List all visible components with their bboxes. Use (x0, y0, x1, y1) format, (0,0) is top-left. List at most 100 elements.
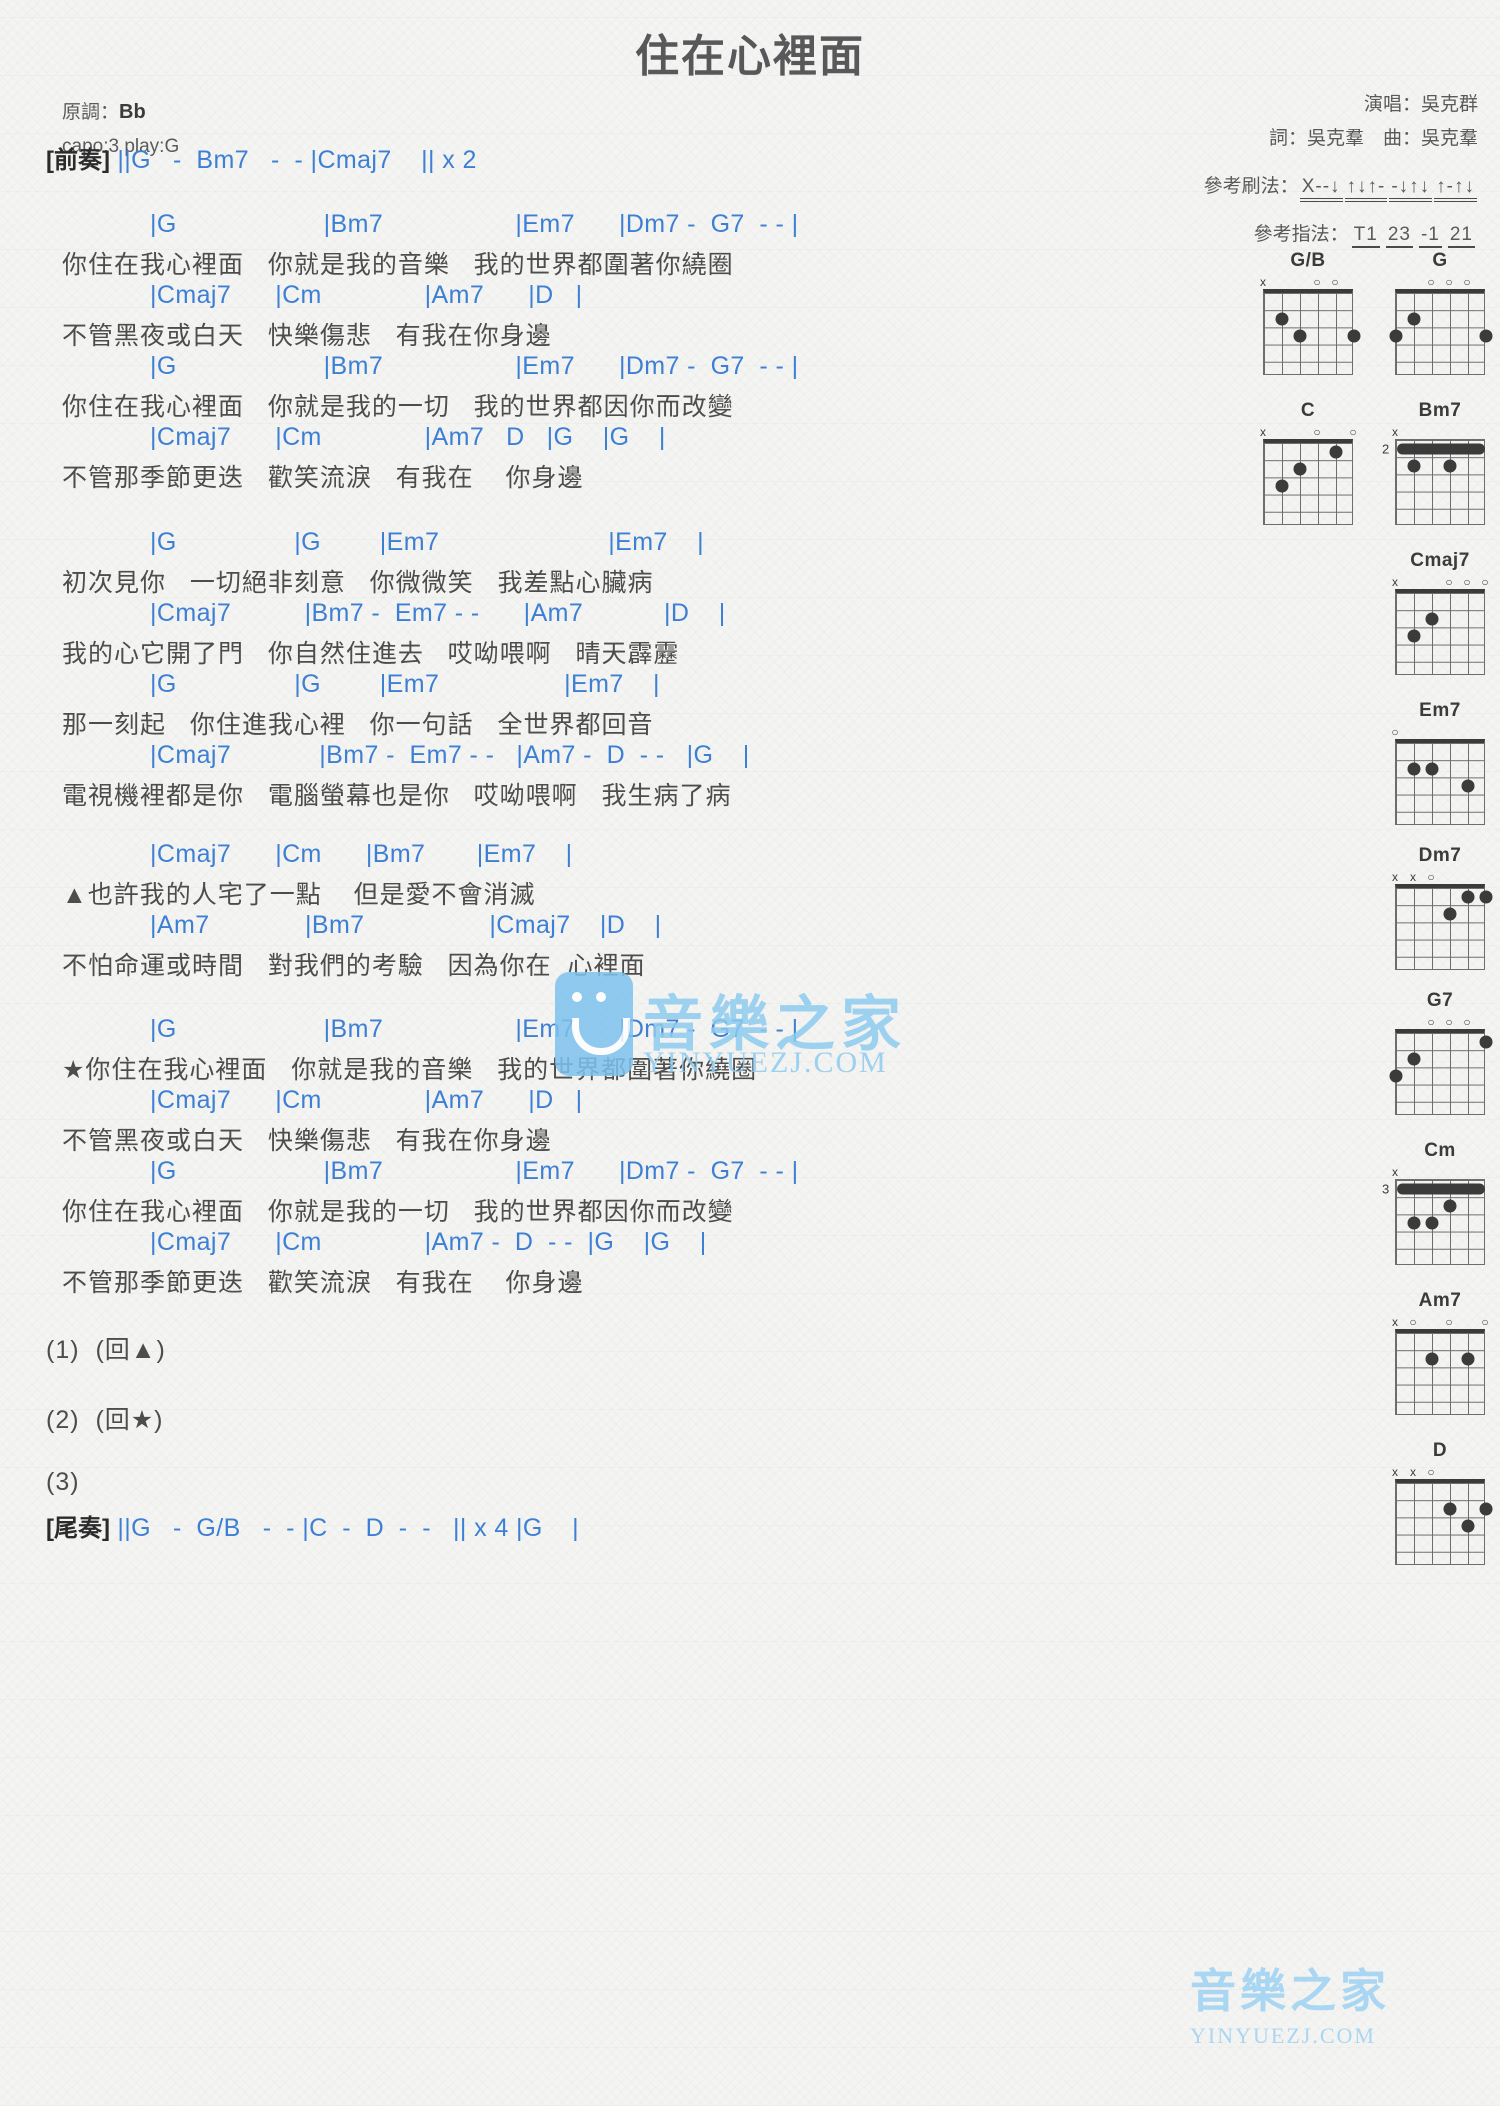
verse2-chord-line-0: |G |G |Em7 |Em7 | (150, 528, 705, 556)
open-string-markers: ○ ○ ○ (1392, 1016, 1488, 1029)
open-string-icon: ○ (1427, 1015, 1435, 1029)
singer-line: 演唱：吳克群 (1363, 94, 1478, 115)
open-string-icon: ○ (1313, 425, 1321, 439)
original-key-row: 原調：Bb (62, 95, 179, 130)
finger-dot (1479, 890, 1493, 904)
verse1-lyric-line-3: 不管黑夜或白天 快樂傷悲 有我在你身邊 (62, 322, 552, 350)
finger-dot (1425, 1352, 1439, 1366)
fretboard-grid (1395, 1329, 1485, 1415)
base-fret-number: 2 (1382, 441, 1390, 457)
open-string-markers: x (1392, 1166, 1488, 1179)
verse1-lyric-line-1: 你住在我心裡面 你就是我的音樂 我的世界都圍著你繞圈 (62, 251, 734, 279)
strum-group-1: X--↓ (1299, 176, 1343, 202)
ending-1: (1) (回▲) (46, 1336, 166, 1364)
fretboard-grid (1389, 1029, 1493, 1115)
open-string-markers: ○ ○ x (1260, 276, 1356, 289)
chord-diagram-name: Bm7 (1418, 400, 1462, 421)
open-string-icon: ○ (1313, 275, 1321, 289)
chord-diagram-gb: G/B ○ ○ x (1248, 250, 1368, 375)
bridge-lyric-line-3: 不怕命運或時間 對我們的考驗 因為你在 心裡面 (62, 952, 646, 980)
muted-string-icon: x (1392, 1165, 1398, 1179)
strum-group-2: ↑↓↑- (1344, 176, 1388, 202)
verse2-lyric-line-3: 我的心它開了門 你自然住進去 哎呦喂啊 晴天霹靂 (62, 640, 680, 668)
chord-diagram-name: C (1300, 400, 1316, 421)
finger-dot (1347, 329, 1361, 343)
verse2-chord-line-6: |Cmaj7 |Bm7 - Em7 - - |Am7 - D - - |G | (150, 741, 750, 769)
muted-string-icon: x (1260, 275, 1266, 289)
open-string-icon: ○ (1349, 425, 1357, 439)
page-title: 住在心裡面 (635, 32, 865, 81)
watermark-cn-text-2: 音樂之家 (1190, 1965, 1390, 2017)
chord-diagram-name: Em7 (1419, 700, 1461, 721)
verse1-chord-line-6: |Cmaj7 |Cm |Am7 D |G |G | (150, 423, 666, 451)
finger-dot (1443, 907, 1457, 921)
watermark-bottom-right: 音樂之家 YINYUEZJ.COM (1190, 1955, 1390, 2049)
open-string-markers: x (1392, 426, 1488, 439)
intro-line: [前奏] ||G - Bm7 - - |Cmaj7 || x 2 (46, 140, 477, 175)
verse1-chord-line-4: |G |Bm7 |Em7 |Dm7 - G7 - - | (150, 352, 799, 380)
ending-2: (2) (回★) (46, 1406, 164, 1434)
open-string-icon: ○ (1481, 575, 1489, 589)
open-string-markers: ○ (1391, 725, 1488, 739)
intro-tag: [前奏] (46, 147, 110, 174)
chorus-chord-line-6: |Cmaj7 |Cm |Am7 - D - - |G |G | (150, 1228, 707, 1256)
open-string-icon: ○ (1463, 275, 1471, 289)
base-fret-number: 3 (1382, 1181, 1390, 1197)
open-string-icon: ○ (1463, 1015, 1471, 1029)
verse1-lyric-line-7: 不管那季節更迭 歡笑流淚 有我在 你身邊 (62, 464, 584, 492)
muted-string-icon: x (1392, 870, 1398, 884)
original-key-value: Bb (119, 101, 146, 123)
chorus-lyric-line-1: ★你住在我心裡面 你就是我的音樂 我的世界都圍著你繞圈 (62, 1056, 758, 1084)
chorus-chord-line-4: |G |Bm7 |Em7 |Dm7 - G7 - - | (150, 1157, 799, 1185)
verse1-lyric-line-5: 你住在我心裡面 你就是我的一切 我的世界都因你而改變 (62, 393, 734, 421)
chord-diagram-name: Am7 (1418, 1290, 1462, 1311)
finger-dot (1407, 459, 1421, 473)
finger-group-3: -1 (1418, 224, 1442, 248)
open-string-icon: ○ (1427, 275, 1435, 289)
bridge-lyric-line-1: ▲也許我的人宅了一點 但是愛不會消滅 (62, 881, 536, 909)
outro-line: [尾奏] ||G - G/B - - |C - D - - || x 4 |G … (46, 1508, 579, 1543)
strum-group-4: ↑-↑↓ (1434, 176, 1477, 202)
finger-dot (1443, 1199, 1457, 1213)
finger-dot (1329, 445, 1343, 459)
chord-diagram-cm: Cm x 3 (1380, 1140, 1500, 1265)
open-string-icon: ○ (1409, 1315, 1417, 1329)
muted-string-icon: x (1260, 425, 1266, 439)
finger-dot (1407, 762, 1421, 776)
open-string-icon: ○ (1481, 1315, 1489, 1329)
finger-dot (1425, 612, 1439, 626)
chorus-lyric-line-3: 不管黑夜或白天 快樂傷悲 有我在你身邊 (62, 1127, 552, 1155)
finger-dot (1407, 1216, 1421, 1230)
open-string-icon: ○ (1391, 725, 1399, 739)
chord-diagram-name: G7 (1426, 990, 1454, 1011)
verse2-chord-line-4: |G |G |Em7 |Em7 | (150, 670, 660, 698)
outro-chords: ||G - G/B - - |C - D - - || x 4 |G | (109, 1514, 580, 1542)
chord-diagram-name: G (1432, 250, 1448, 271)
fretboard-grid: 3 (1382, 1179, 1485, 1265)
muted-string-icon: x (1410, 870, 1416, 884)
chorus-chord-line-2: |Cmaj7 |Cm |Am7 |D | (150, 1086, 583, 1114)
finger-dot (1389, 1069, 1403, 1083)
muted-string-icon: x (1392, 575, 1398, 589)
muted-string-icon: x (1392, 1315, 1398, 1329)
chorus-lyric-line-5: 你住在我心裡面 你就是我的一切 我的世界都因你而改變 (62, 1198, 734, 1226)
original-key-label: 原調： (62, 102, 120, 123)
open-string-icon: ○ (1445, 575, 1453, 589)
finger-dot (1479, 329, 1493, 343)
open-string-markers: ○ ○ x (1260, 425, 1357, 439)
fretboard-grid: 2 (1382, 439, 1485, 525)
ending-3: (3) (46, 1468, 96, 1496)
verse2-lyric-line-5: 那一刻起 你住進我心裡 你一句話 全世界都回音 (62, 711, 654, 739)
open-string-markers: ○ x x (1392, 871, 1488, 884)
verse1-chord-line-0: |G |Bm7 |Em7 |Dm7 - G7 - - | (150, 210, 799, 238)
chord-diagram-g: G ○ ○ ○ (1380, 250, 1500, 375)
outro-tag: [尾奏] (46, 1515, 110, 1542)
strum-group-3: -↓↑↓ (1389, 176, 1433, 202)
finger-group-2: 23 (1385, 224, 1413, 248)
open-string-markers: ○ x x (1392, 1466, 1488, 1479)
chord-diagram-dm7: Dm7 ○ x x (1380, 845, 1500, 970)
open-string-icon: ○ (1331, 275, 1339, 289)
finger-pattern-row: 參考指法： T1 23 -1 21 (1204, 218, 1478, 252)
fretboard-grid (1263, 439, 1353, 525)
chord-diagram-d: D ○ x x (1380, 1440, 1500, 1565)
